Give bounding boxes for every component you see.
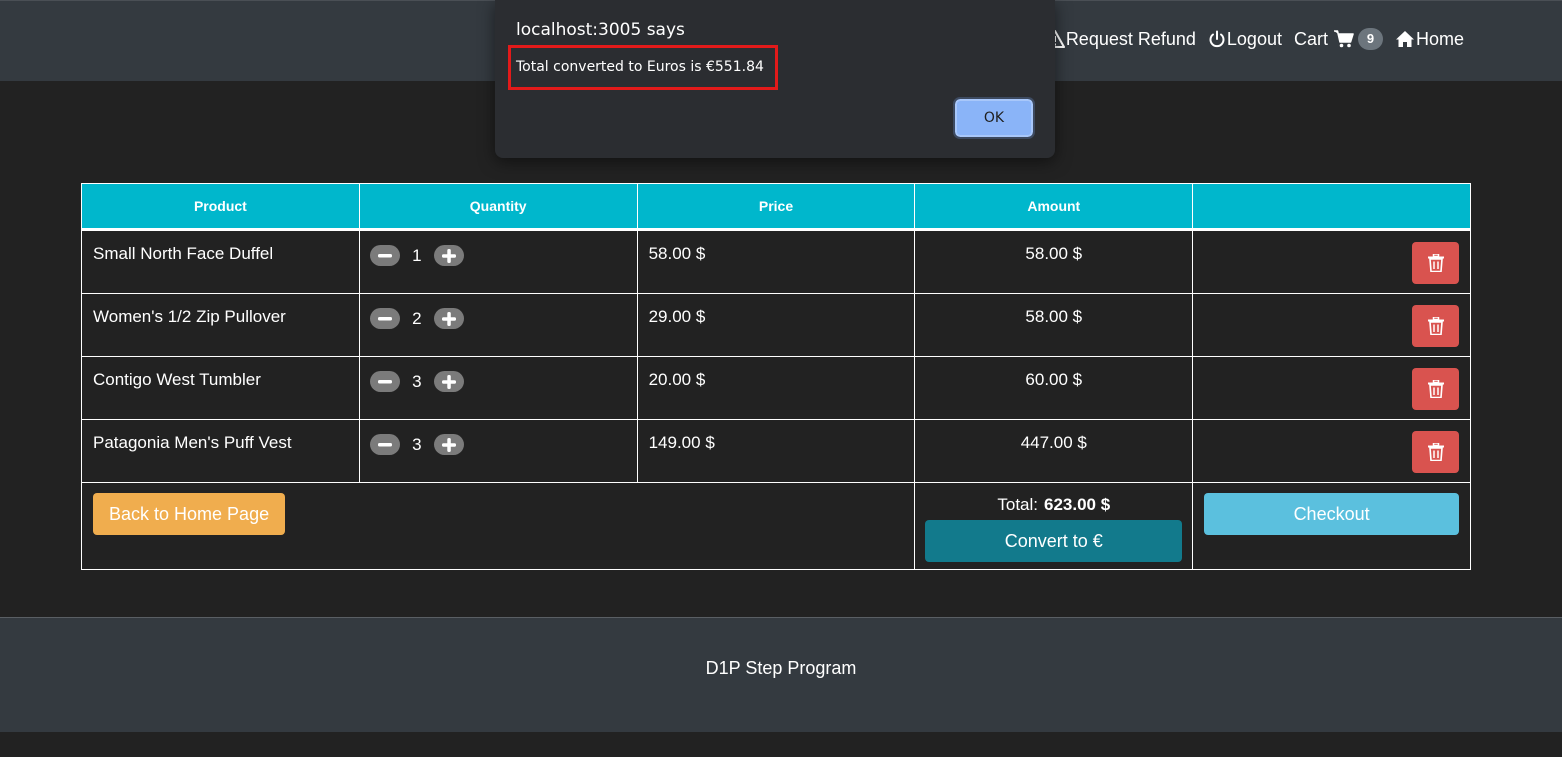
header-amount: Amount: [914, 183, 1194, 231]
minus-icon: [377, 379, 392, 383]
minus-icon: [377, 316, 392, 320]
minus-icon: [377, 442, 392, 446]
amount-value: 58.00 $: [1025, 244, 1083, 263]
plus-icon: [441, 437, 456, 452]
table-header-row: Product Quantity Price Amount: [81, 183, 1471, 231]
quantity-stepper: 1: [360, 231, 637, 266]
increase-quantity-button[interactable]: [433, 434, 464, 455]
dialog-ok-button[interactable]: OK: [953, 97, 1035, 139]
logout-label: Logout: [1226, 28, 1282, 49]
cart-total: Total: 623.00 $: [915, 483, 1192, 515]
trash-icon: [1427, 254, 1444, 272]
total-label: Total:: [997, 495, 1039, 514]
total-value: 623.00 $: [1044, 495, 1111, 514]
table-row: Small North Face Duffel 1 58.00 $ 58.00 …: [81, 229, 1471, 294]
price-value: 58.00 $: [648, 244, 706, 263]
product-name: Small North Face Duffel: [93, 244, 274, 263]
cart-label: Cart: [1293, 28, 1328, 49]
power-icon: [1209, 30, 1225, 48]
quantity-stepper: 3: [360, 420, 637, 455]
trash-icon: [1427, 443, 1444, 461]
decrease-quantity-button[interactable]: [369, 434, 400, 455]
minus-icon: [377, 253, 392, 257]
quantity-stepper: 2: [360, 294, 637, 329]
dialog-title: localhost:3005 says: [516, 20, 685, 40]
table-row: Women's 1/2 Zip Pullover 2 29.00 $ 58.00…: [81, 293, 1471, 357]
amount-value: 447.00 $: [1020, 433, 1087, 452]
dialog-message: Total converted to Euros is €551.84: [508, 45, 778, 90]
quantity-value: 1: [412, 245, 422, 265]
product-name: Women's 1/2 Zip Pullover: [93, 307, 286, 326]
delete-item-button[interactable]: [1412, 368, 1459, 410]
cart-icon: [1333, 30, 1354, 48]
nav-cart-link[interactable]: Cart 9: [1294, 28, 1383, 50]
plus-icon: [441, 374, 456, 389]
header-quantity: Quantity: [358, 183, 638, 231]
site-footer: D1P Step Program: [0, 617, 1562, 732]
nav-links: Request Refund Logout Cart 9 Home: [1033, 28, 1464, 50]
trash-icon: [1427, 380, 1444, 398]
table-row: Patagonia Men's Puff Vest 3 149.00 $ 447…: [81, 419, 1471, 483]
decrease-quantity-button[interactable]: [369, 245, 400, 266]
plus-icon: [441, 311, 456, 326]
alert-dialog: localhost:3005 says Total converted to E…: [495, 0, 1055, 158]
home-icon: [1395, 31, 1414, 47]
quantity-value: 2: [412, 308, 422, 328]
product-name: Patagonia Men's Puff Vest: [93, 433, 292, 452]
product-name: Contigo West Tumbler: [93, 370, 261, 389]
home-label: Home: [1415, 28, 1464, 49]
decrease-quantity-button[interactable]: [369, 371, 400, 392]
price-value: 20.00 $: [648, 370, 706, 389]
delete-item-button[interactable]: [1412, 431, 1459, 473]
nav-request-refund-link[interactable]: Request Refund: [1044, 28, 1196, 50]
nav-home-link[interactable]: Home: [1395, 29, 1464, 50]
delete-item-button[interactable]: [1412, 242, 1459, 284]
footer-text: D1P Step Program: [705, 658, 857, 678]
nav-logout-link[interactable]: Logout: [1208, 29, 1282, 50]
request-refund-label: Request Refund: [1065, 28, 1196, 49]
table-footer-row: Back to Home Page Total: 623.00 $ Convert…: [80, 482, 1471, 570]
delete-item-button[interactable]: [1412, 305, 1459, 347]
table-row: Contigo West Tumbler 3 20.00 $ 60.00 $: [81, 356, 1471, 420]
header-actions: [1192, 183, 1471, 231]
trash-icon: [1427, 317, 1444, 335]
header-product: Product: [81, 183, 360, 231]
plus-icon: [441, 248, 456, 263]
back-to-home-button[interactable]: Back to Home Page: [93, 493, 286, 535]
convert-to-euro-button[interactable]: Convert to €: [925, 520, 1183, 562]
checkout-button[interactable]: Checkout: [1204, 493, 1459, 535]
decrease-quantity-button[interactable]: [369, 308, 400, 329]
quantity-value: 3: [412, 371, 422, 391]
increase-quantity-button[interactable]: [433, 371, 464, 392]
price-value: 29.00 $: [648, 307, 706, 326]
increase-quantity-button[interactable]: [433, 245, 464, 266]
cart-table: Product Quantity Price Amount Small Nort…: [80, 183, 1471, 570]
price-value: 149.00 $: [648, 433, 715, 452]
increase-quantity-button[interactable]: [433, 308, 464, 329]
quantity-value: 3: [412, 434, 422, 454]
header-price: Price: [636, 183, 916, 231]
quantity-stepper: 3: [360, 357, 637, 392]
amount-value: 60.00 $: [1025, 370, 1083, 389]
cart-count-badge: 9: [1357, 28, 1383, 50]
amount-value: 58.00 $: [1025, 307, 1083, 326]
